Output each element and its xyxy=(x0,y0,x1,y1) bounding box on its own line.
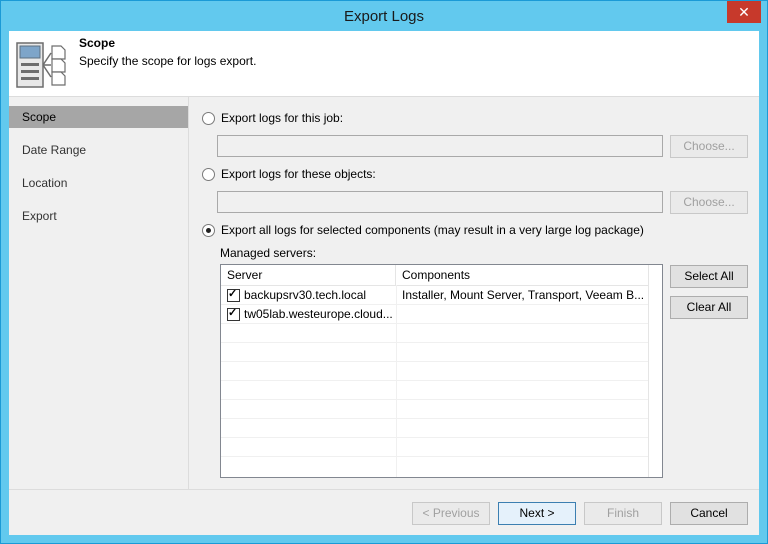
export-logs-icon xyxy=(16,42,66,88)
objects-field[interactable] xyxy=(217,191,663,213)
dialog-body: Scope Specify the scope for logs export.… xyxy=(9,31,759,535)
next-button[interactable]: Next > xyxy=(498,502,576,525)
row-divider xyxy=(221,399,662,400)
row-divider xyxy=(221,418,662,419)
finish-button[interactable]: Finish xyxy=(584,502,662,525)
row-checkbox[interactable] xyxy=(227,306,240,321)
label-export-job: Export logs for this job: xyxy=(221,111,344,125)
managed-servers-label: Managed servers: xyxy=(220,246,317,260)
choose-objects-button[interactable]: Choose... xyxy=(670,191,748,214)
row-divider xyxy=(221,342,662,343)
header-title: Scope xyxy=(79,36,116,50)
wizard-steps-nav: Scope Date Range Location Export xyxy=(9,97,189,489)
row-checkbox[interactable] xyxy=(227,287,240,302)
job-field[interactable] xyxy=(217,135,663,157)
table-header: Server Components xyxy=(221,265,662,286)
column-components[interactable]: Components xyxy=(396,265,649,285)
choose-job-button[interactable]: Choose... xyxy=(670,135,748,158)
nav-item-scope[interactable]: Scope xyxy=(9,106,188,128)
table-row[interactable]: tw05lab.westeurope.cloud... xyxy=(221,305,649,324)
radio-export-components[interactable] xyxy=(202,224,215,237)
footer-divider xyxy=(9,489,759,490)
close-button[interactable]: ✕ xyxy=(727,1,761,23)
components-cell xyxy=(402,305,647,324)
radio-export-objects[interactable] xyxy=(202,168,215,181)
row-divider xyxy=(221,361,662,362)
row-divider xyxy=(221,380,662,381)
nav-item-location[interactable]: Location xyxy=(9,172,188,194)
window-title: Export Logs xyxy=(343,8,425,25)
components-cell: Installer, Mount Server, Transport, Veea… xyxy=(402,288,645,302)
label-export-objects: Export logs for these objects: xyxy=(221,167,376,181)
clear-all-button[interactable]: Clear All xyxy=(670,296,748,319)
row-divider xyxy=(221,437,662,438)
table-scrollbar[interactable] xyxy=(648,265,662,477)
wizard-header: Scope Specify the scope for logs export. xyxy=(9,31,759,97)
server-cell: tw05lab.westeurope.cloud... xyxy=(244,307,393,321)
cancel-button[interactable]: Cancel xyxy=(670,502,748,525)
previous-button[interactable]: < Previous xyxy=(412,502,490,525)
row-divider xyxy=(221,456,662,457)
server-cell: backupsrv30.tech.local xyxy=(244,288,367,302)
title-bar: Export Logs ✕ xyxy=(1,1,767,31)
export-logs-window: Export Logs ✕ Scope Specify the scope fo… xyxy=(0,0,768,544)
header-subtitle: Specify the scope for logs export. xyxy=(79,54,257,68)
nav-item-export[interactable]: Export xyxy=(9,205,188,227)
nav-item-date-range[interactable]: Date Range xyxy=(9,139,188,161)
label-export-components: Export all logs for selected components … xyxy=(221,223,644,237)
close-icon: ✕ xyxy=(738,4,750,20)
managed-servers-table[interactable]: Server Components backupsrv30.tech.local… xyxy=(220,264,663,478)
table-row[interactable]: backupsrv30.tech.local Installer, Mount … xyxy=(221,286,649,305)
select-all-button[interactable]: Select All xyxy=(670,265,748,288)
radio-export-job[interactable] xyxy=(202,112,215,125)
column-server[interactable]: Server xyxy=(221,265,396,285)
